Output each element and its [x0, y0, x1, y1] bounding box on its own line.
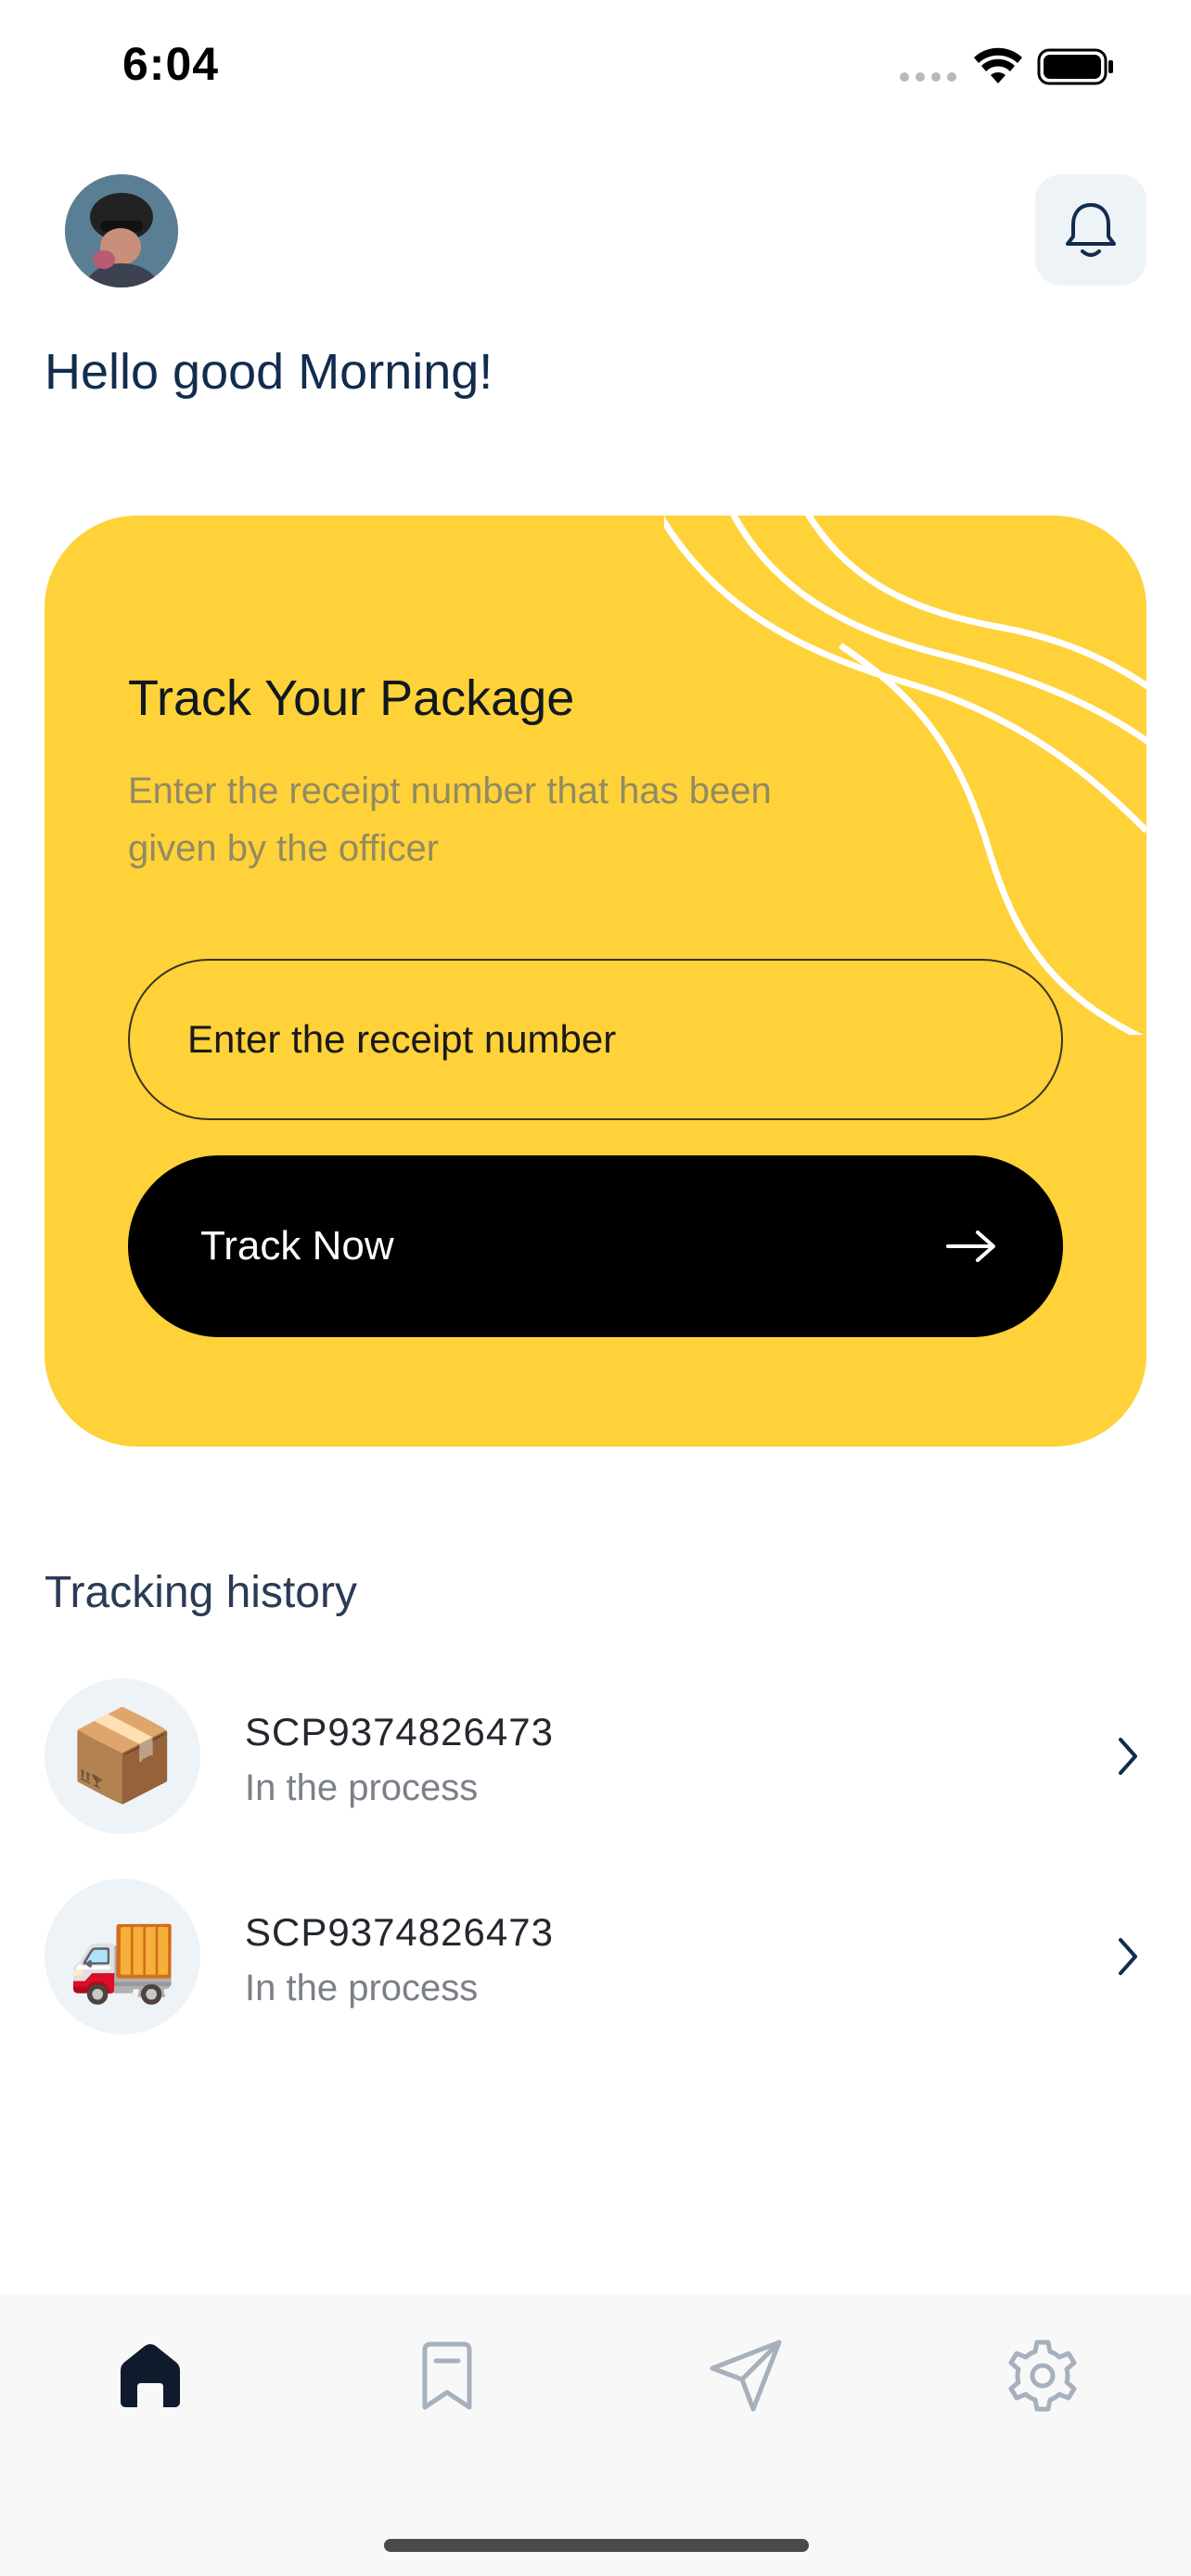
- list-item[interactable]: 🚚 SCP9374826473 In the process: [45, 1879, 1146, 2036]
- nav-home[interactable]: [106, 2331, 195, 2420]
- nav-settings[interactable]: [998, 2331, 1087, 2420]
- settings-icon: [1008, 2340, 1077, 2412]
- bottom-navigation: [0, 2294, 1191, 2576]
- tracking-history-title: Tracking history: [45, 1568, 357, 1617]
- card-title: Track Your Package: [128, 670, 575, 726]
- wifi-icon: [974, 47, 1022, 83]
- track-package-card: Track Your Package Enter the receipt num…: [45, 516, 1146, 1447]
- avatar[interactable]: [65, 174, 178, 287]
- home-indicator: [384, 2539, 809, 2552]
- tracking-code: SCP9374826473: [245, 1910, 554, 1954]
- package-icon: 📦: [45, 1678, 200, 1834]
- status-bar: 6:04: [0, 0, 1191, 139]
- status-time: 6:04: [122, 38, 220, 90]
- track-now-label: Track Now: [200, 1223, 394, 1269]
- greeting-title: Hello good Morning!: [45, 344, 493, 400]
- truck-icon: 🚚: [45, 1879, 200, 2034]
- nav-saved[interactable]: [403, 2331, 492, 2420]
- chevron-right-icon: [1119, 1738, 1137, 1775]
- nav-send[interactable]: [701, 2331, 790, 2420]
- tracking-status: In the process: [245, 1968, 479, 2009]
- list-item[interactable]: 📦 SCP9374826473 In the process: [45, 1678, 1146, 1836]
- arrow-right-icon: [946, 1231, 995, 1262]
- receipt-number-input[interactable]: [128, 959, 1063, 1120]
- notifications-button[interactable]: [1035, 174, 1146, 286]
- avatar-photo: [65, 174, 178, 287]
- cellular-signal-icon: [900, 72, 956, 82]
- chevron-right-icon: [1119, 1938, 1137, 1975]
- send-icon: [710, 2340, 782, 2412]
- battery-icon: [1037, 48, 1113, 85]
- tracking-code: SCP9374826473: [245, 1710, 554, 1753]
- bookmark-icon: [422, 2341, 472, 2410]
- bell-icon: [1066, 203, 1116, 257]
- tracking-status: In the process: [245, 1767, 479, 1808]
- track-now-button[interactable]: Track Now: [128, 1155, 1063, 1337]
- card-subtitle: Enter the receipt number that has been g…: [128, 771, 772, 869]
- home-icon: [121, 2344, 180, 2407]
